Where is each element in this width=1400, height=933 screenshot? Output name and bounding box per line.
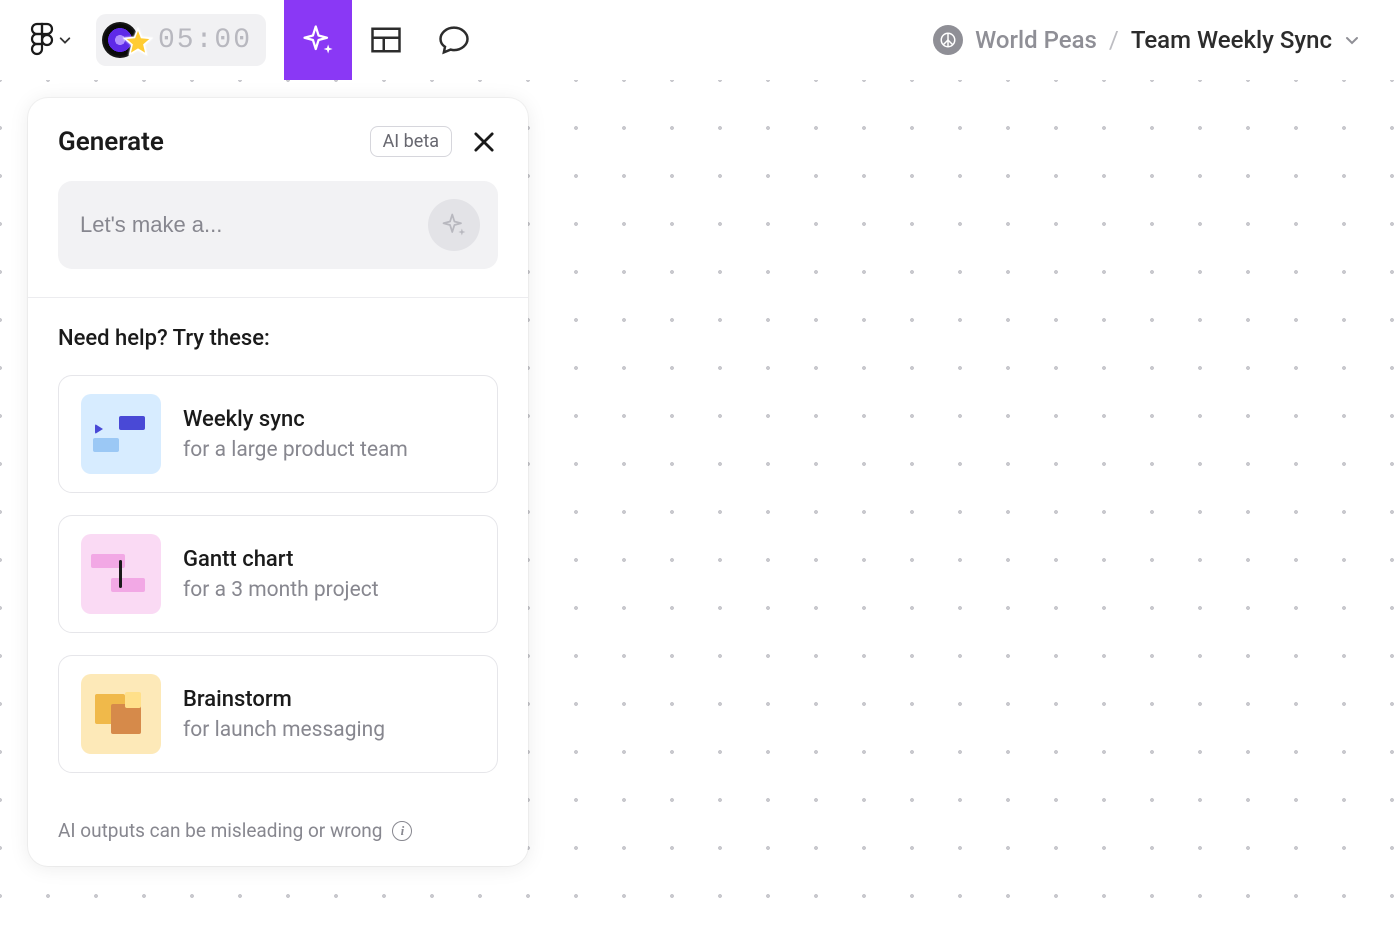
suggestion-text: Gantt chart for a 3 month project (183, 547, 379, 602)
ai-beta-badge: AI beta (370, 126, 452, 157)
table-tool[interactable] (352, 0, 420, 80)
submit-prompt-button[interactable] (428, 199, 480, 251)
suggestion-brainstorm[interactable]: Brainstorm for launch messaging (58, 655, 498, 773)
suggestions-heading: Need help? Try these: (58, 326, 498, 351)
suggestion-title: Weekly sync (183, 407, 408, 432)
top-toolbar: 05:00 (0, 0, 1400, 80)
breadcrumb-separator: / (1109, 26, 1119, 54)
table-icon (368, 22, 404, 58)
chat-bubble-icon (436, 22, 472, 58)
suggestion-thumbnail (81, 674, 161, 754)
figma-logo-icon (30, 22, 54, 58)
chevron-down-icon[interactable] (1344, 32, 1360, 48)
suggestion-title: Brainstorm (183, 687, 385, 712)
suggestion-subtitle: for launch messaging (183, 718, 385, 742)
suggestion-subtitle: for a 3 month project (183, 578, 379, 602)
main-menu-button[interactable] (20, 14, 82, 66)
breadcrumb-team[interactable]: World Peas (975, 26, 1097, 54)
generate-panel: Generate AI beta Need help? Try these: W… (28, 98, 528, 866)
info-icon[interactable]: i (392, 821, 412, 841)
disclaimer-text: AI outputs can be misleading or wrong (58, 819, 382, 842)
close-icon[interactable] (470, 128, 498, 156)
breadcrumb: World Peas / Team Weekly Sync (933, 25, 1360, 55)
suggestion-text: Brainstorm for launch messaging (183, 687, 385, 742)
panel-title: Generate (58, 127, 164, 157)
breadcrumb-file[interactable]: Team Weekly Sync (1131, 26, 1332, 54)
suggestion-title: Gantt chart (183, 547, 379, 572)
suggestion-thumbnail (81, 534, 161, 614)
suggestion-text: Weekly sync for a large product team (183, 407, 408, 462)
suggestions-section: Need help? Try these: Weekly sync for a … (28, 298, 528, 815)
timer-value: 05:00 (158, 25, 252, 56)
sparkle-icon (440, 211, 468, 239)
disclaimer-row: AI outputs can be misleading or wrong i (28, 815, 528, 866)
prompt-box (58, 181, 498, 269)
ai-sparkle-tool[interactable] (284, 0, 352, 80)
timer-disc-icon (102, 20, 150, 60)
comment-tool[interactable] (420, 0, 488, 80)
panel-header: Generate AI beta (28, 98, 528, 177)
suggestion-thumbnail (81, 394, 161, 474)
toolbar-left-group: 05:00 (0, 0, 488, 80)
timer-widget[interactable]: 05:00 (96, 14, 266, 66)
team-avatar (933, 25, 963, 55)
suggestion-subtitle: for a large product team (183, 438, 408, 462)
chevron-down-icon (58, 33, 72, 47)
sparkle-icon (300, 22, 336, 58)
star-icon (122, 26, 154, 58)
suggestion-gantt-chart[interactable]: Gantt chart for a 3 month project (58, 515, 498, 633)
peace-icon (939, 31, 957, 49)
toolbar-right-group: World Peas / Team Weekly Sync (933, 25, 1400, 55)
suggestion-weekly-sync[interactable]: Weekly sync for a large product team (58, 375, 498, 493)
prompt-input[interactable] (80, 212, 428, 238)
